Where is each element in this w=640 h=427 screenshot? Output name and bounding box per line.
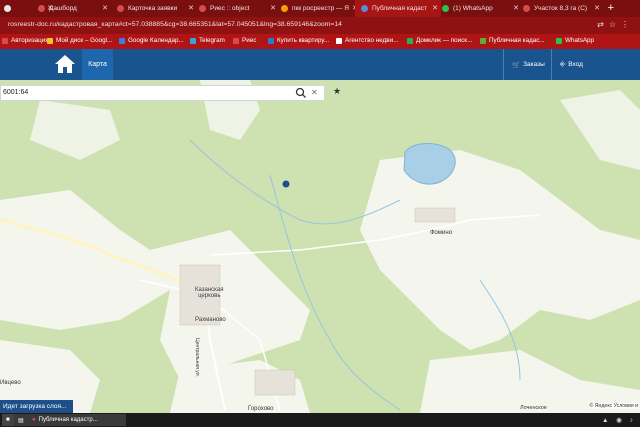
tab-favicon-icon xyxy=(361,5,368,12)
bookmark-item[interactable]: Агентство недви... xyxy=(336,37,398,44)
parcel-marker-icon[interactable] xyxy=(282,180,290,188)
place-label: Горохово xyxy=(248,406,274,412)
taskbar-task-label: Публичная кадастр... xyxy=(38,417,98,423)
tab-title: Риес :: object xyxy=(210,5,250,12)
bookmark-label: Купить квартиру... xyxy=(277,37,330,44)
tab-title: Публичная кадаст xyxy=(372,5,428,12)
bookmark-item[interactable]: Telegram xyxy=(190,37,225,44)
bookmark-item[interactable]: Домклик — поиск... xyxy=(407,37,472,44)
bookmark-item[interactable]: Публичная кадас... xyxy=(480,37,545,44)
bookmark-icon xyxy=(268,37,274,44)
search-box: 6001:64 ✕ xyxy=(0,85,325,101)
taskbar-task[interactable]: ● Публичная кадастр... xyxy=(28,414,126,426)
tab-favicon-icon xyxy=(523,5,530,12)
address-bar-actions: ⇄☆⋮ xyxy=(597,20,634,29)
tab-title: (1) WhatsApp xyxy=(453,5,493,12)
site-header: Карта 🛒 Заказы ⎆ Вход xyxy=(0,49,640,80)
browser-tab[interactable]: Риес :: object ✕ xyxy=(193,0,279,17)
bookmark-item[interactable]: WhatsApp xyxy=(556,37,594,44)
address-url[interactable]: rosreestr-doc.ru/кадастровая_карта#ct=57… xyxy=(8,21,342,28)
browser-tab[interactable]: Участок 8,3 га (С) ✕ xyxy=(517,0,603,17)
bookmark-icon xyxy=(119,37,125,44)
cart-icon: 🛒 xyxy=(512,61,521,69)
close-tab-icon[interactable]: ✕ xyxy=(594,4,600,12)
bookmark-icon xyxy=(233,37,239,44)
browser-icon: ● xyxy=(32,417,36,423)
place-label-line: церковь xyxy=(198,293,221,299)
clear-search-icon[interactable]: ✕ xyxy=(311,88,318,97)
bookmark-icon xyxy=(2,37,8,44)
close-tab-icon[interactable]: ✕ xyxy=(102,4,108,12)
login-label: Вход xyxy=(568,61,583,68)
bookmark-item[interactable]: Риес xyxy=(233,37,256,44)
bookmark-star-icon[interactable]: ☆ xyxy=(609,20,621,29)
browser-tab[interactable]: (1) WhatsApp ✕ xyxy=(436,0,522,17)
tab-favicon-icon xyxy=(38,5,45,12)
place-label: Рахманово xyxy=(195,317,226,323)
bookmark-label: Агентство недви... xyxy=(345,37,399,44)
browser-tab[interactable]: Дашборд ✕ xyxy=(32,0,111,17)
bookmark-label: Риес xyxy=(242,37,257,44)
bookmark-icon xyxy=(47,37,53,44)
bookmark-label: Telegram xyxy=(199,37,225,44)
tab-favicon-icon xyxy=(4,5,11,12)
os-taskbar: ■ ▤ ● Публичная кадастр... ▲ ◉ ♪ xyxy=(0,413,640,427)
map-copyright[interactable]: © Яндекс Условия и xyxy=(589,403,638,409)
bookmark-icon xyxy=(480,37,486,44)
bookmark-item[interactable]: Мой диск – Googl... xyxy=(47,37,112,44)
favorite-star-icon[interactable]: ★ xyxy=(333,86,341,97)
tab-favicon-icon xyxy=(117,5,124,12)
place-label: Ивцево xyxy=(0,380,21,386)
bookmark-label: Авторизация xyxy=(11,37,49,44)
bookmark-item[interactable]: Купить квартиру... xyxy=(268,37,329,44)
street-label: Центральная ул. xyxy=(194,338,200,377)
browser-tab-active[interactable]: Публичная кадаст ✕ xyxy=(355,0,441,17)
tab-title: Карточка заявки xyxy=(128,5,178,12)
login-icon: ⎆ xyxy=(560,60,566,68)
translate-icon[interactable]: ⇄ xyxy=(597,20,609,29)
map-canvas[interactable] xyxy=(0,80,640,413)
bookmark-item[interactable]: Авторизация xyxy=(2,37,49,44)
browser-tab-strip: ✕ Дашборд ✕ Карточка заявки ✕ Риес :: ob… xyxy=(0,0,640,17)
home-icon[interactable] xyxy=(54,54,76,74)
cadastral-map[interactable]: Фомино Казанская церковь Рахманово Горох… xyxy=(0,80,640,413)
tab-map[interactable]: Карта xyxy=(82,49,113,80)
tab-favicon-icon xyxy=(442,5,449,12)
place-label: Казанская церковь xyxy=(195,287,224,299)
bookmark-item[interactable]: Google Календар... xyxy=(119,37,184,44)
tab-title: Участок 8,3 га (С) xyxy=(534,5,588,12)
bookmark-icon xyxy=(190,37,196,44)
orders-label: Заказы xyxy=(523,61,545,68)
search-input[interactable]: 6001:64 xyxy=(3,89,28,96)
bookmark-icon xyxy=(336,37,342,44)
tab-favicon-icon xyxy=(199,5,206,12)
bookmark-label: Публичная кадас... xyxy=(489,37,545,44)
orders-button[interactable]: 🛒 Заказы xyxy=(503,49,554,80)
tab-favicon-icon xyxy=(281,5,288,12)
bookmark-label: WhatsApp xyxy=(565,37,595,44)
bookmark-label: Мой диск – Googl... xyxy=(56,37,113,44)
new-tab-icon[interactable]: + xyxy=(608,2,614,14)
place-label: Лоченское xyxy=(520,405,547,411)
bookmark-label: Google Календар... xyxy=(128,37,184,44)
system-tray[interactable]: ▲ ◉ ♪ xyxy=(602,416,636,424)
bookmarks-bar: Авторизация Мой диск – Googl... Google К… xyxy=(0,34,640,49)
tab-title: пкк росреестр — Я xyxy=(292,5,349,12)
layer-loading-status: Идет загрузка слоя... xyxy=(0,400,73,413)
browser-tab[interactable]: пкк росреестр — Я ✕ xyxy=(275,0,361,17)
bookmark-label: Домклик — поиск... xyxy=(416,37,473,44)
address-bar[interactable]: rosreestr-doc.ru/кадастровая_карта#ct=57… xyxy=(0,17,640,34)
bookmark-icon xyxy=(407,37,413,44)
search-icon[interactable] xyxy=(295,87,307,99)
login-button[interactable]: ⎆ Вход xyxy=(551,49,600,80)
place-label: Фомино xyxy=(430,230,453,236)
tab-title: Дашборд xyxy=(49,5,77,12)
menu-icon[interactable]: ⋮ xyxy=(621,20,634,29)
bookmark-icon xyxy=(556,37,562,44)
browser-tab[interactable]: Карточка заявки ✕ xyxy=(111,0,197,17)
